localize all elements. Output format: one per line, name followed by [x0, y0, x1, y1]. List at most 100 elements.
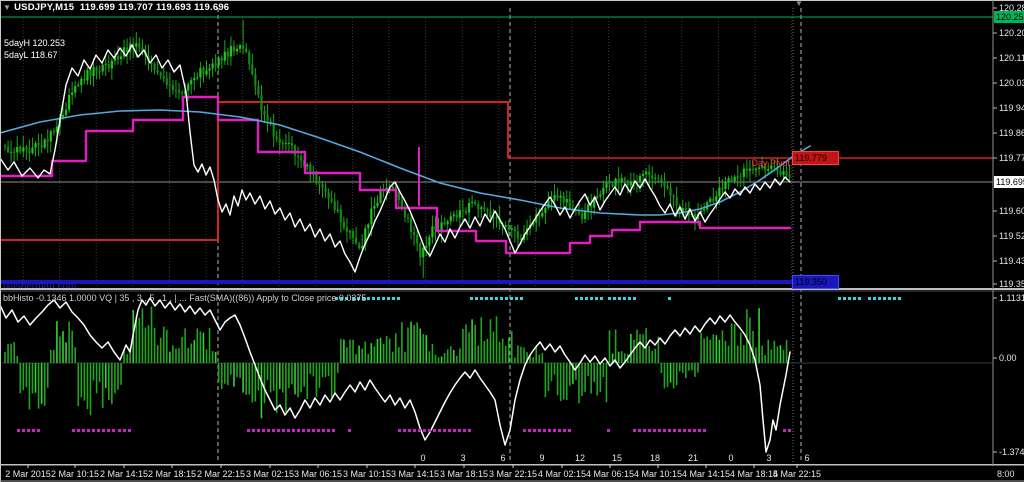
- candle-body: [190, 80, 193, 85]
- magenta-signal-dash: [327, 429, 330, 432]
- cyan-signal-dash: [372, 297, 375, 300]
- candle-body: [19, 146, 22, 152]
- price-axis-label: 120.030: [999, 78, 1024, 88]
- magenta-signal-dash: [292, 429, 295, 432]
- magenta-signal-dash: [128, 429, 131, 432]
- time-axis-label: 4 Mar 14:15: [682, 469, 730, 479]
- collapse-triangle-icon[interactable]: ▼: [3, 3, 11, 12]
- chart-canvas[interactable]: fxfisherman.com036912151821036120.285120…: [0, 0, 1024, 482]
- candle-body: [406, 217, 410, 219]
- magenta-signal-dash: [443, 429, 446, 432]
- cyan-signal-dash: [515, 297, 518, 300]
- candle-body: [226, 51, 229, 57]
- magenta-signal-dash: [403, 429, 406, 432]
- candle-body: [629, 181, 632, 186]
- candle-body: [165, 78, 168, 85]
- candle-body: [596, 196, 599, 198]
- candle-body: [296, 155, 300, 157]
- cyan-signal-dash: [868, 297, 871, 300]
- candle-body: [242, 45, 245, 49]
- candle-body: [440, 222, 443, 231]
- magenta-signal-dash: [438, 429, 441, 432]
- price-axis-label: 120.115: [999, 53, 1024, 63]
- chart-title-bar[interactable]: ▼ USDJPY,M15 119.699 119.707 119.693 119.…: [3, 2, 229, 13]
- candle-body: [74, 86, 77, 93]
- candle-body: [342, 221, 345, 228]
- hour-label: 3: [766, 453, 771, 463]
- candle-body: [89, 70, 92, 76]
- candle-body: [684, 208, 687, 210]
- time-axis-label: 4 Mar 02:15: [538, 469, 586, 479]
- candle-body: [196, 77, 199, 79]
- candle-body: [608, 182, 611, 184]
- chart-shift-marker-icon[interactable]: ▼: [795, 0, 803, 8]
- candle-body: [31, 147, 34, 154]
- cyan-signal-dash: [668, 297, 671, 300]
- magenta-signal-dash: [673, 429, 676, 432]
- candle-body: [587, 204, 590, 212]
- hour-label: 0: [420, 453, 425, 463]
- candle-body: [245, 48, 248, 53]
- candle-body: [556, 195, 559, 198]
- candle-body: [13, 151, 16, 153]
- candle-body: [223, 51, 226, 61]
- candle-body: [266, 114, 269, 121]
- magenta-signal-dash: [32, 429, 35, 432]
- magenta-signal-dash: [428, 429, 431, 432]
- candle-body: [455, 214, 458, 218]
- candle-body: [318, 181, 321, 185]
- candle-body: [712, 198, 715, 202]
- candle-body: [788, 175, 791, 177]
- moving-average-line: [0, 109, 811, 216]
- candle-body: [663, 181, 666, 187]
- candle-body: [275, 136, 278, 139]
- candle-body: [449, 216, 452, 222]
- candle-body: [620, 178, 623, 183]
- candle-body: [119, 56, 123, 60]
- candle-body: [614, 178, 617, 187]
- magenta-signal-dash: [92, 429, 95, 432]
- magenta-signal-dash: [277, 429, 280, 432]
- magenta-signal-dash: [638, 429, 641, 432]
- magenta-signal-dash: [563, 429, 566, 432]
- magenta-signal-dash: [458, 429, 461, 432]
- magenta-signal-dash: [398, 429, 401, 432]
- candle-body: [43, 139, 46, 148]
- candle-body: [220, 57, 223, 61]
- magenta-signal-dash: [312, 429, 315, 432]
- candle-body: [229, 46, 233, 57]
- candle-body: [351, 231, 355, 238]
- candle-body: [626, 180, 629, 186]
- candle-body: [782, 171, 785, 175]
- price-axis-label: 119.605: [999, 206, 1024, 216]
- candle-body: [110, 60, 113, 69]
- candle-body: [272, 124, 275, 137]
- candle-body: [553, 195, 556, 201]
- candle-body: [254, 74, 257, 87]
- candle-body: [358, 243, 361, 249]
- cyan-signal-dash: [633, 297, 636, 300]
- magenta-signal-dash: [523, 429, 526, 432]
- candle-body: [602, 187, 605, 195]
- candle-body: [568, 198, 571, 209]
- magenta-signal-dash: [688, 429, 691, 432]
- candle-body: [232, 46, 236, 52]
- price-axis-label: 119.775: [999, 153, 1024, 163]
- candle-body: [293, 145, 297, 156]
- candle-body: [464, 211, 468, 213]
- candle-body: [547, 201, 550, 209]
- histogram-layer[interactable]: [4, 306, 788, 419]
- candle-body: [471, 201, 474, 203]
- candle-body: [645, 171, 648, 174]
- candle-body: [666, 186, 669, 189]
- magenta-signal-dash: [348, 429, 351, 432]
- candle-body: [605, 182, 608, 188]
- candle-body: [278, 138, 281, 143]
- window-divider[interactable]: [0, 288, 1024, 290]
- cyan-signal-dash: [377, 297, 380, 300]
- magenta-signal-dash: [463, 429, 466, 432]
- cyan-signal-dash: [838, 297, 841, 300]
- magenta-signal-dash: [643, 429, 646, 432]
- candle-body: [748, 168, 752, 171]
- cyan-signal-dash: [608, 297, 611, 300]
